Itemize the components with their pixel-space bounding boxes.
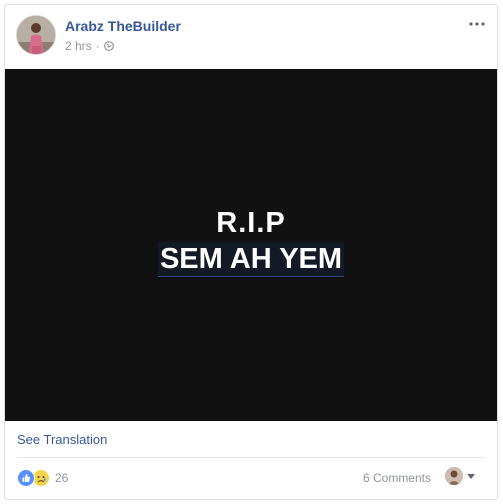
- viewer-selector[interactable]: [445, 467, 475, 485]
- meta-separator: ·: [95, 39, 100, 53]
- post-timestamp[interactable]: 2 hrs: [65, 39, 92, 53]
- ellipsis-icon[interactable]: [467, 17, 487, 31]
- footer-divider: [17, 457, 485, 458]
- globe-icon[interactable]: [103, 41, 114, 51]
- reaction-count: 26: [55, 471, 69, 485]
- comments-count-link[interactable]: 6 Comments: [363, 471, 431, 485]
- see-translation-link[interactable]: See Translation: [17, 432, 107, 447]
- author-avatar[interactable]: [16, 15, 56, 55]
- like-icon: [17, 469, 35, 487]
- post-card: Arabz TheBuilder 2 hrs · R.I.P SEM AH YE…: [4, 4, 498, 500]
- post-image[interactable]: R.I.P SEM AH YEM: [5, 69, 497, 421]
- image-text-line1: R.I.P: [216, 206, 286, 239]
- reactions-summary[interactable]: 26: [17, 469, 68, 487]
- image-text-line2: SEM AH YEM: [157, 241, 345, 277]
- author-name-link[interactable]: Arabz TheBuilder: [65, 18, 181, 34]
- avatar-icon: [445, 467, 463, 485]
- post-header: Arabz TheBuilder 2 hrs ·: [5, 5, 497, 69]
- post-meta: 2 hrs ·: [65, 39, 114, 53]
- caret-down-icon: [467, 473, 475, 479]
- avatar-picture: [17, 16, 55, 54]
